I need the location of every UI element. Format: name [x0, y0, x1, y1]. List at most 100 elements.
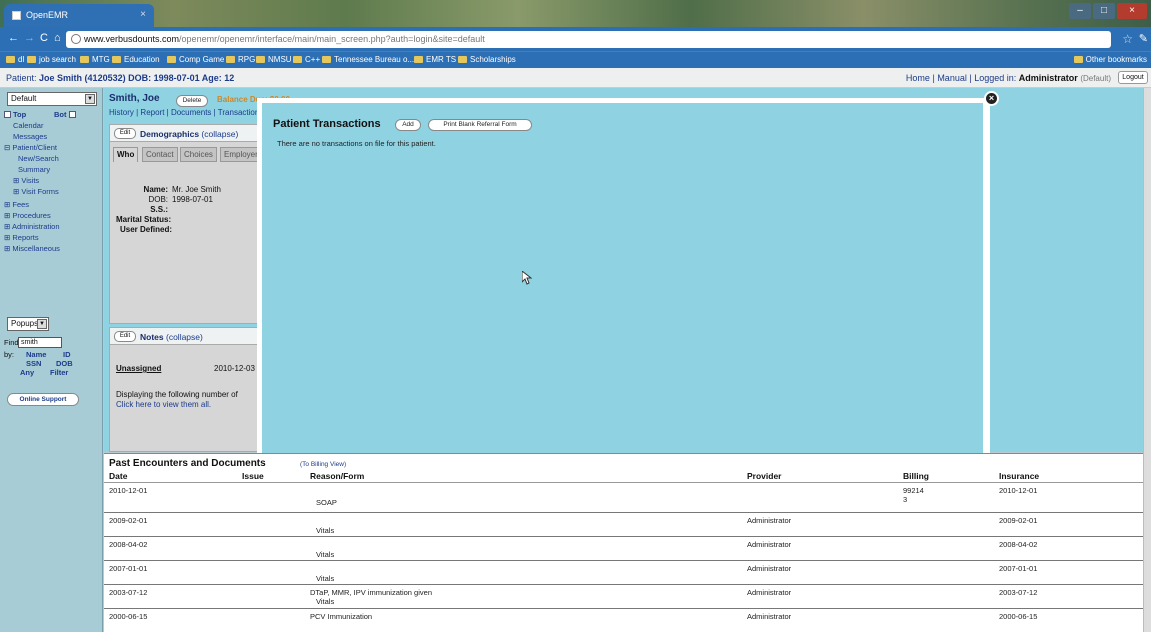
patient-transactions-modal: Patient Transactions Add Print Blank Ref…: [257, 98, 990, 454]
top-right-links: Home | Manual | Logged in: Administrator…: [905, 73, 1111, 83]
notes-title: Notes: [140, 332, 164, 342]
bookmark-dl[interactable]: dl: [6, 55, 24, 64]
tab-close-icon[interactable]: ×: [140, 9, 146, 20]
table-row[interactable]: 2009-02-01 Vitals Administrator 2009-02-…: [104, 513, 1151, 537]
tab-choices[interactable]: Choices: [180, 147, 217, 162]
folder-icon: [27, 56, 36, 63]
bookmark-scholarships[interactable]: Scholarships: [458, 55, 516, 64]
search-by-id[interactable]: ID: [63, 350, 71, 359]
add-transaction-button[interactable]: Add: [395, 119, 421, 131]
name-label: Name:: [143, 185, 168, 194]
browser-toolbar: ← → C ⌂ www.verbusdounts.com/openemr/ope…: [0, 27, 1151, 51]
bookmark-education[interactable]: Education: [112, 55, 160, 64]
demographics-edit-button[interactable]: Edit: [114, 128, 136, 139]
tab-employer[interactable]: Employer: [220, 147, 260, 162]
folder-icon: [1073, 56, 1083, 63]
table-row[interactable]: 2008-04-02 Vitals Administrator 2008-04-…: [104, 537, 1151, 561]
home-icon[interactable]: ⌂: [54, 32, 61, 44]
patient-name: Smith, Joe: [109, 93, 160, 104]
col-billing-header: Billing: [903, 471, 929, 481]
maximize-icon[interactable]: □: [1093, 3, 1115, 19]
nav-patient-client[interactable]: ⊟ Patient/Client: [4, 143, 57, 152]
demographics-title: Demographics: [140, 129, 200, 139]
search-by-ssn[interactable]: SSN: [26, 359, 41, 368]
current-patient: Patient: Joe Smith (4120532) DOB: 1998-0…: [6, 73, 235, 83]
nav-miscellaneous[interactable]: ⊞ Miscellaneous: [4, 244, 60, 253]
marital-status-label: Marital Status:: [116, 215, 172, 224]
user-defined-label: User Defined:: [120, 225, 173, 234]
logout-button[interactable]: Logout: [1118, 71, 1148, 84]
nav-reports[interactable]: ⊞ Reports: [4, 233, 39, 242]
search-filter[interactable]: Filter: [50, 368, 68, 377]
table-row[interactable]: 2010-12-01 SOAP 99214 3 2010-12-01: [104, 483, 1151, 513]
other-bookmarks[interactable]: Other bookmarks: [1073, 55, 1147, 64]
folder-icon: [226, 56, 235, 63]
reload-icon[interactable]: C: [40, 32, 48, 44]
table-row[interactable]: 2003-07-12 DTaP, MMR, IPV immunization g…: [104, 585, 1151, 609]
menu-dropdown[interactable]: Default ▼: [7, 92, 97, 106]
demographics-collapse-link[interactable]: (collapse): [201, 129, 238, 139]
bookmark-job-search[interactable]: job search: [27, 55, 76, 64]
notes-displaying: Displaying the following number of: [116, 390, 238, 399]
bot-frame-toggle[interactable]: Bot: [54, 110, 78, 119]
top-frame-toggle[interactable]: Top: [4, 110, 26, 119]
folder-icon: [6, 56, 15, 63]
minimize-icon[interactable]: –: [1069, 3, 1091, 19]
folder-icon: [112, 56, 121, 63]
online-support-button[interactable]: Online Support: [7, 393, 79, 406]
bookmark-tennessee[interactable]: Tennessee Bureau o...: [322, 55, 414, 64]
search-by-any[interactable]: Any: [20, 368, 34, 377]
nav-summary[interactable]: Summary: [18, 165, 50, 174]
nav-calendar[interactable]: Calendar: [13, 121, 43, 130]
back-icon[interactable]: ←: [8, 32, 19, 44]
table-row[interactable]: 2000-06-15 PCV Immunization Administrato…: [104, 609, 1151, 631]
search-by-name[interactable]: Name: [26, 350, 46, 359]
col-provider-header: Provider: [747, 471, 782, 481]
bookmark-mtg[interactable]: MTG: [80, 55, 110, 64]
patient-info-link[interactable]: Joe Smith (4120532) DOB: 1998-07-01 Age:…: [39, 73, 234, 83]
nav-visits[interactable]: ⊞ Visits: [13, 176, 39, 185]
search-by-dob[interactable]: DOB: [56, 359, 73, 368]
page-scrollbar[interactable]: [1143, 88, 1151, 632]
delete-button[interactable]: Delete: [176, 95, 208, 107]
nav-procedures[interactable]: ⊞ Procedures: [4, 211, 51, 220]
manual-link[interactable]: Manual: [937, 73, 967, 83]
notes-header: Edit Notes (collapse): [110, 328, 260, 345]
find-input[interactable]: smith: [18, 337, 62, 348]
wrench-icon[interactable]: ✎: [1139, 32, 1148, 45]
bookmark-star-icon[interactable]: ☆: [1122, 32, 1133, 46]
forward-icon[interactable]: →: [24, 32, 35, 44]
modal-title: Patient Transactions: [273, 118, 381, 130]
history-links[interactable]: History | Report | Documents | Transacti…: [109, 108, 263, 117]
url-path: /openemr/openemr/interface/main/main_scr…: [179, 34, 485, 44]
modal-close-icon[interactable]: ×: [984, 91, 999, 106]
popups-dropdown[interactable]: Popups ▼: [7, 317, 49, 331]
nav-visit-forms[interactable]: ⊞ Visit Forms: [13, 187, 59, 196]
window-close-icon[interactable]: ×: [1117, 3, 1147, 19]
bookmark-nmsu[interactable]: NMSU: [256, 55, 292, 64]
bookmark-comp-game[interactable]: Comp Game: [167, 55, 224, 64]
tab-contact[interactable]: Contact: [142, 147, 178, 162]
table-row[interactable]: 2007-01-01 Vitals Administrator 2007-01-…: [104, 561, 1151, 585]
bookmarks-bar: dl job search MTG Education Comp Game RP…: [0, 51, 1151, 68]
nav-administration[interactable]: ⊞ Administration: [4, 222, 60, 231]
bookmark-cpp[interactable]: C++: [293, 55, 320, 64]
notes-collapse-link[interactable]: (collapse): [166, 332, 203, 342]
notes-edit-button[interactable]: Edit: [114, 331, 136, 342]
bookmark-rpg[interactable]: RPG: [226, 55, 255, 64]
address-bar[interactable]: www.verbusdounts.com/openemr/openemr/int…: [66, 31, 1111, 48]
home-link[interactable]: Home: [906, 73, 930, 83]
browser-tab[interactable]: OpenEMR ×: [4, 4, 154, 27]
bookmark-emr-ts[interactable]: EMR TS: [414, 55, 456, 64]
nav-messages[interactable]: Messages: [13, 132, 47, 141]
folder-icon: [167, 56, 176, 63]
folder-icon: [414, 56, 423, 63]
folder-icon: [80, 56, 89, 63]
nav-fees[interactable]: ⊞ Fees: [4, 200, 29, 209]
folder-icon: [256, 56, 265, 63]
print-blank-referral-button[interactable]: Print Blank Referral Form: [428, 119, 532, 131]
tab-who[interactable]: Who: [113, 147, 139, 162]
nav-new-search[interactable]: New/Search: [18, 154, 59, 163]
billing-view-link[interactable]: (To Billing View): [300, 461, 346, 468]
notes-view-all-link[interactable]: Click here to view them all.: [116, 400, 211, 409]
